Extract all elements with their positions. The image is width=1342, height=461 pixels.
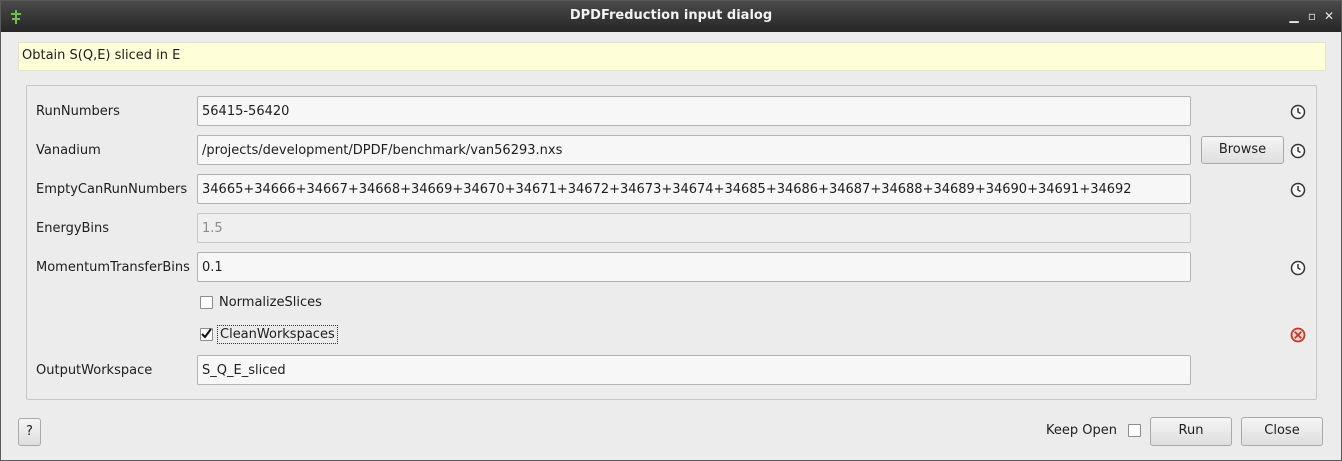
output-workspace-input[interactable]: S_Q_E_sliced: [197, 355, 1191, 385]
close-window-icon[interactable]: ✕: [1321, 7, 1337, 25]
keep-open-checkbox[interactable]: [1128, 424, 1141, 437]
clock-icon[interactable]: [1290, 143, 1306, 159]
description-box: Obtain S(Q,E) sliced in E: [18, 42, 1326, 71]
title-bar[interactable]: DPDFreduction input dialog ▁ ▫ ✕: [1, 1, 1341, 32]
normalize-slices-checkbox[interactable]: [200, 296, 213, 309]
description-text: Obtain S(Q,E) sliced in E: [22, 48, 181, 63]
output-workspace-label: OutputWorkspace: [36, 363, 153, 378]
browse-button[interactable]: Browse: [1201, 136, 1284, 164]
clock-icon[interactable]: [1290, 260, 1306, 276]
close-button[interactable]: Close: [1241, 417, 1323, 446]
error-circle-icon: [1290, 327, 1306, 343]
help-button[interactable]: ?: [18, 418, 41, 446]
empty-can-label: EmptyCanRunNumbers: [36, 182, 188, 197]
window-title: DPDFreduction input dialog: [569, 8, 773, 23]
energy-bins-input[interactable]: 1.5: [197, 213, 1191, 243]
run-numbers-label: RunNumbers: [36, 104, 120, 119]
clean-workspaces-label[interactable]: CleanWorkspaces: [217, 325, 338, 344]
minimize-icon[interactable]: ▁: [1286, 7, 1302, 25]
dialog-window: DPDFreduction input dialog ▁ ▫ ✕ Obtain …: [0, 0, 1342, 461]
keep-open-label: Keep Open: [1046, 423, 1117, 438]
clean-workspaces-checkbox[interactable]: [200, 328, 213, 341]
empty-can-input[interactable]: 34665+34666+34667+34668+34669+34670+3467…: [197, 174, 1191, 204]
run-button[interactable]: Run: [1150, 417, 1232, 446]
normalize-slices-label[interactable]: NormalizeSlices: [219, 295, 322, 310]
run-numbers-input[interactable]: 56415-56420: [197, 96, 1191, 126]
maximize-icon[interactable]: ▫: [1304, 7, 1320, 25]
clock-icon[interactable]: [1290, 104, 1306, 120]
vanadium-input[interactable]: /projects/development/DPDF/benchmark/van…: [197, 135, 1191, 165]
momentum-bins-label: MomentumTransferBins: [36, 260, 190, 275]
vanadium-label: Vanadium: [36, 143, 101, 158]
momentum-bins-input[interactable]: 0.1: [197, 252, 1191, 282]
checkmark-icon: [201, 328, 212, 339]
clock-icon[interactable]: [1290, 182, 1306, 198]
energy-bins-label: EnergyBins: [36, 221, 110, 236]
